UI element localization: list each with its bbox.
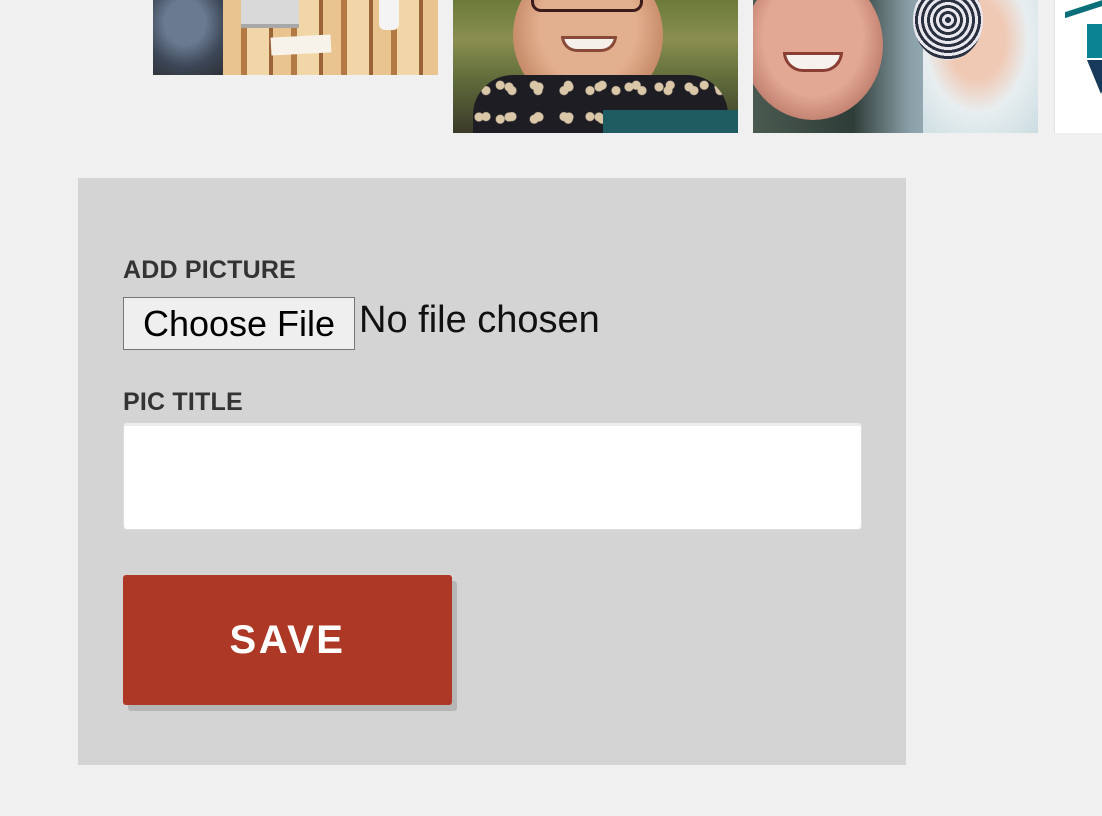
gallery-photo-woman-baby[interactable] bbox=[753, 0, 1038, 133]
add-picture-label: ADD PICTURE bbox=[123, 256, 297, 284]
photo-smile bbox=[561, 36, 617, 52]
gallery-photo-logo[interactable] bbox=[1054, 0, 1102, 133]
photo-cup bbox=[379, 0, 399, 30]
photo-jacket bbox=[603, 110, 738, 133]
photo-glasses bbox=[531, 0, 643, 12]
photo-laptop bbox=[241, 0, 299, 28]
file-input[interactable]: Choose File No file chosen bbox=[123, 297, 600, 350]
file-status-text: No file chosen bbox=[359, 299, 600, 341]
gallery-photo-laptop-table[interactable] bbox=[153, 0, 438, 75]
photo-person bbox=[153, 0, 233, 75]
photo-papers bbox=[270, 34, 332, 56]
save-button[interactable]: SAVE bbox=[123, 575, 452, 705]
gallery-photo-woman-glasses[interactable] bbox=[453, 0, 738, 133]
add-picture-form: ADD PICTURE Choose File No file chosen P… bbox=[78, 178, 906, 765]
pic-title-label: PIC TITLE bbox=[123, 388, 243, 416]
logo-v-shape bbox=[1087, 60, 1102, 94]
choose-file-button[interactable]: Choose File bbox=[123, 297, 355, 350]
pic-title-input[interactable] bbox=[123, 423, 862, 530]
logo-letter-shape bbox=[1087, 24, 1102, 58]
